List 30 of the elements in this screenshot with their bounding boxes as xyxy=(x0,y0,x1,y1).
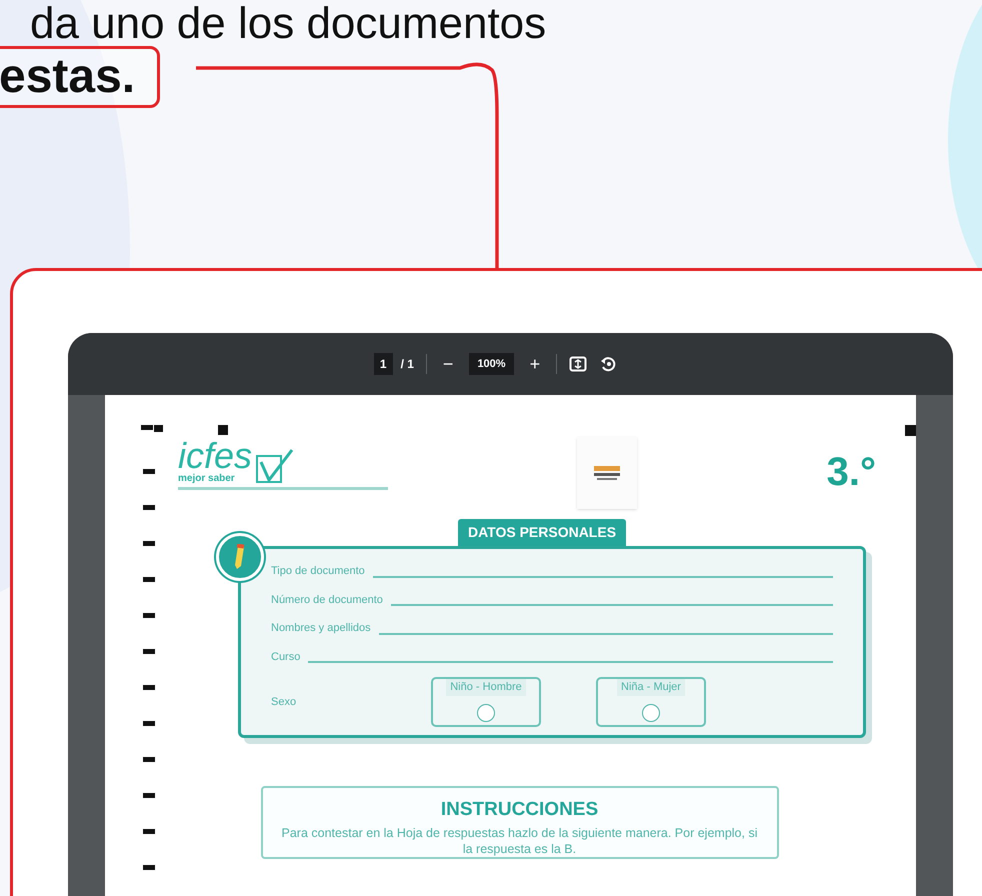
logo-name-text: icfes xyxy=(178,439,252,473)
checkmark-box-icon xyxy=(256,448,294,484)
page-number-field[interactable]: 1 xyxy=(374,353,393,375)
program-logo-drawing xyxy=(577,437,638,509)
zoom-out-button[interactable]: − xyxy=(438,355,458,373)
field-label: Tipo de documento xyxy=(271,564,365,579)
field-label: Sexo xyxy=(271,694,298,710)
radio-button[interactable] xyxy=(477,704,495,722)
fit-page-icon[interactable] xyxy=(569,356,588,372)
heading-text: da uno de los documentos xyxy=(30,0,546,48)
option-label: Niña - Mujer xyxy=(617,679,685,696)
page-total-text: / 1 xyxy=(400,356,414,373)
highlighted-heading-text: estas. xyxy=(0,46,160,108)
section-title: DATOS PERSONALES xyxy=(458,519,626,546)
zoom-field[interactable]: 100% xyxy=(469,352,514,376)
fill-in-line[interactable] xyxy=(372,576,833,578)
rotate-icon[interactable] xyxy=(599,355,618,373)
instructions-text: Para contestar en la Hoja de respuestas hazlo de la siguiente manera. Por ejemplo, si la respuesta es la B. xyxy=(280,824,758,856)
radio-button[interactable] xyxy=(642,704,660,722)
field-label: Número de documento xyxy=(271,592,383,608)
field-label: Nombres y apellidos xyxy=(271,621,371,636)
instructions-title: INSTRUCCIONES xyxy=(440,798,598,822)
registration-mark-icon xyxy=(218,425,228,435)
zoom-in-button[interactable]: + xyxy=(526,355,544,373)
logo-tagline-text: mejor saber xyxy=(178,473,236,484)
fill-in-line[interactable] xyxy=(378,632,833,634)
field-label: Curso xyxy=(271,650,300,664)
grade-text: 3.° xyxy=(826,449,876,496)
option-label: Niño - Hombre xyxy=(446,679,526,696)
registration-mark-icon xyxy=(904,425,916,436)
